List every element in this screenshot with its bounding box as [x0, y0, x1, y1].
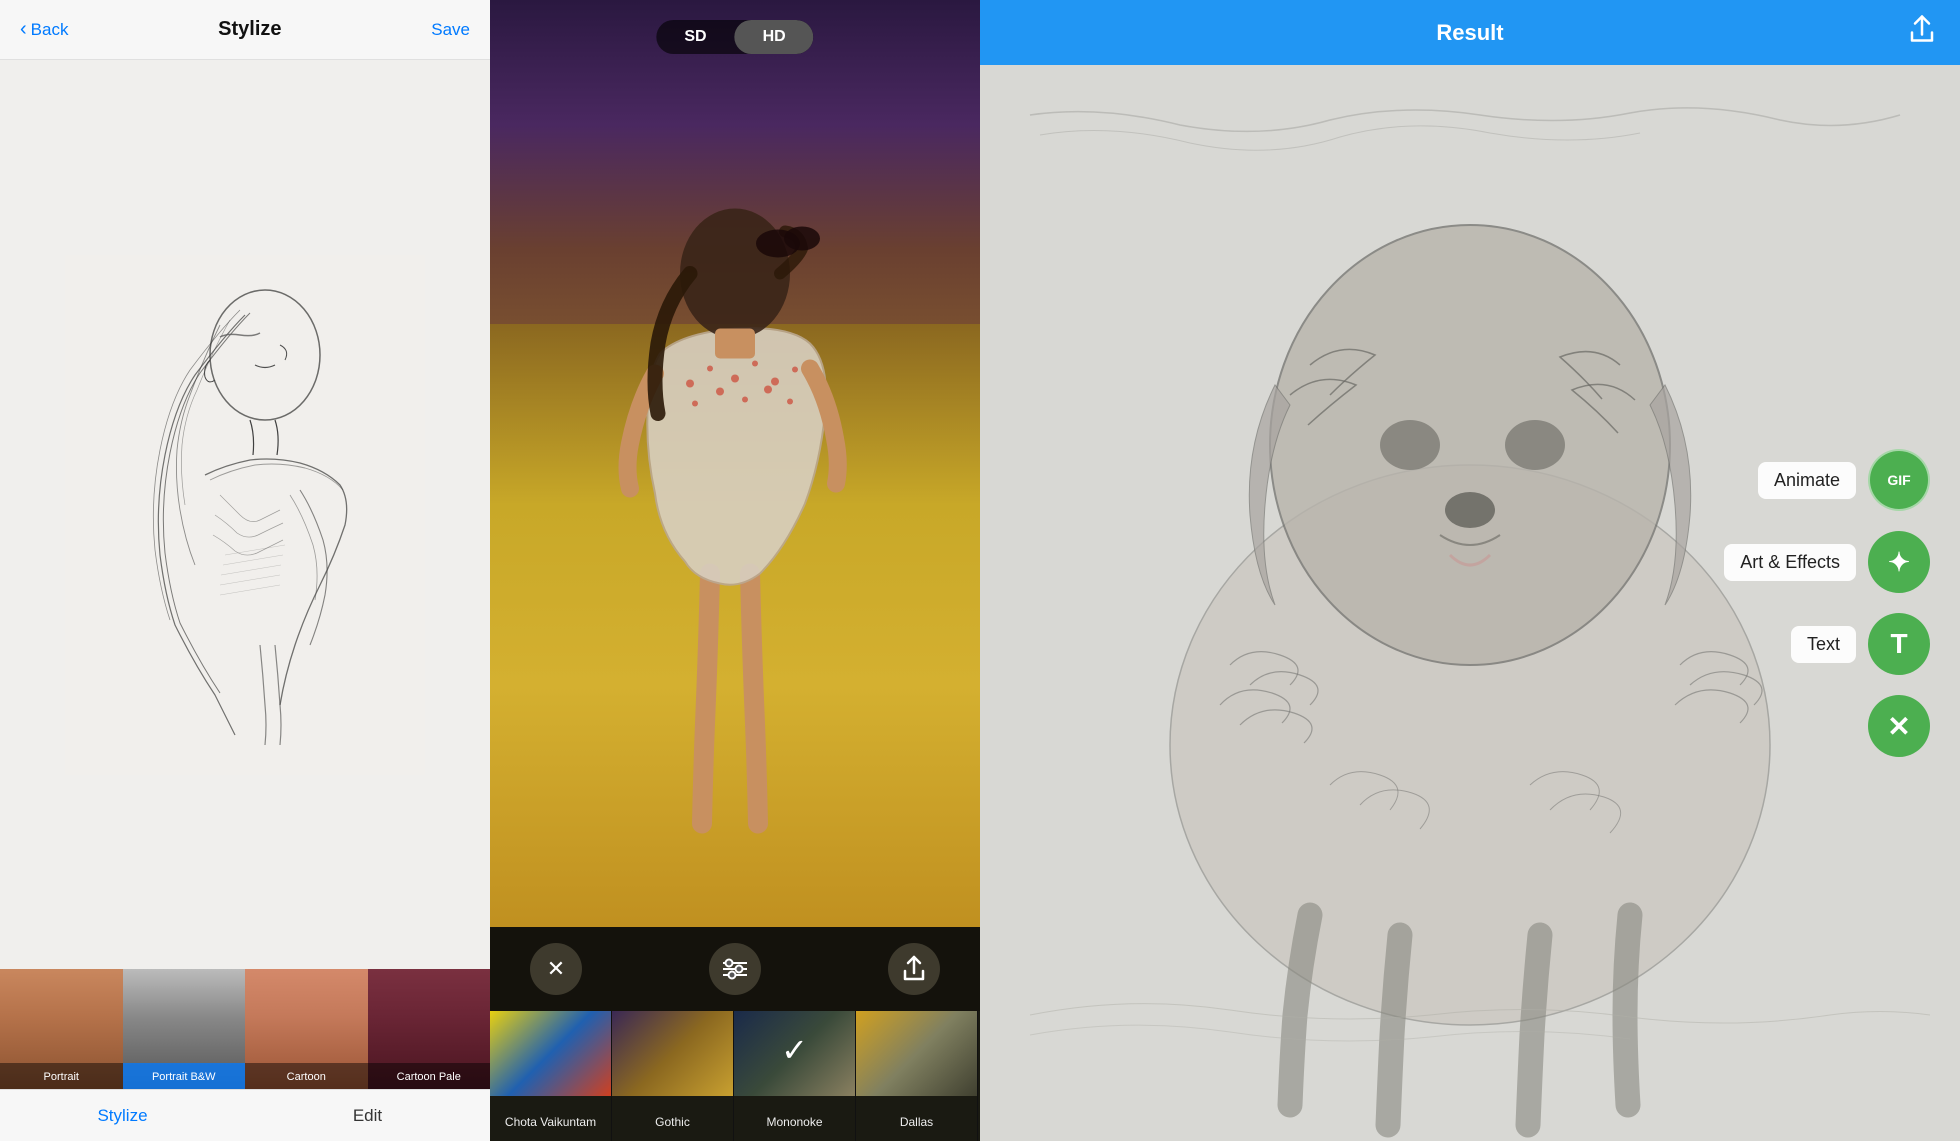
thumb-cartoon-label: Cartoon [287, 1071, 326, 1083]
filter-chota-preview [490, 1011, 611, 1096]
back-label: Back [31, 20, 69, 40]
art-effects-action-row: Art & Effects ✦ [1724, 531, 1930, 593]
result-actions-panel: Animate GIF Art & Effects ✦ Text T [1724, 449, 1930, 757]
filter-mononoke-label: Mononoke [734, 1115, 855, 1129]
thumb-pale-label: Cartoon Pale [397, 1071, 461, 1083]
close-icon: ✕ [547, 956, 565, 982]
filter-mononoke[interactable]: ✓ Mononoke [734, 1011, 856, 1141]
animate-button[interactable]: GIF [1868, 449, 1930, 511]
share-icon [901, 955, 927, 983]
painted-scene-bg [490, 0, 980, 927]
filter-dallas[interactable]: Dallas [856, 1011, 978, 1141]
page-title: Stylize [218, 18, 281, 41]
filter-toolbar: ✕ [490, 927, 980, 1011]
filter-dallas-preview [856, 1011, 977, 1096]
sparkle-icon: ✦ [1888, 547, 1910, 578]
sketch-image-area [0, 60, 490, 969]
filter-gothic-label: Gothic [612, 1115, 733, 1129]
animate-label: Animate [1758, 462, 1856, 499]
sketch-canvas [0, 60, 490, 969]
filter-gothic-preview [612, 1011, 733, 1096]
gif-icon: GIF [1887, 472, 1910, 488]
filter-chota[interactable]: Chota Vaikuntam [490, 1011, 612, 1141]
filter-panel: SD HD [490, 0, 980, 1141]
thumb-cartoon-pale[interactable]: Cartoon Pale [368, 969, 491, 1089]
close-result-button[interactable]: ✕ [1868, 695, 1930, 757]
filter-dallas-label: Dallas [856, 1115, 977, 1129]
painted-figure-svg [490, 0, 980, 927]
quality-selector: SD HD [656, 20, 813, 54]
bottom-tabs: Stylize Edit [0, 1089, 490, 1141]
thumb-portrait-label-bg: Portrait [0, 1063, 123, 1089]
tab-edit[interactable]: Edit [245, 1090, 490, 1141]
close-x-icon: ✕ [1887, 710, 1910, 743]
panel1-header: ‹ Back Stylize Save [0, 0, 490, 60]
selected-checkmark: ✓ [781, 1031, 808, 1069]
filter-thumbnail-strip: Chota Vaikuntam Gothic ✓ Mononoke [490, 1011, 980, 1141]
close-action-row: ✕ [1868, 695, 1930, 757]
share-button[interactable] [888, 943, 940, 995]
save-button[interactable]: Save [431, 20, 470, 40]
result-panel: Result [980, 0, 1960, 1141]
thumb-bw-label-bg: Portrait B&W [123, 1063, 246, 1089]
chevron-left-icon: ‹ [20, 18, 27, 41]
art-effects-button[interactable]: ✦ [1868, 531, 1930, 593]
thumb-pale-label-bg: Cartoon Pale [368, 1063, 491, 1089]
stylize-panel: ‹ Back Stylize Save [0, 0, 490, 1141]
back-button[interactable]: ‹ Back [20, 18, 68, 41]
sliders-button[interactable] [709, 943, 761, 995]
result-share-icon [1908, 14, 1936, 44]
filter-gothic[interactable]: Gothic [612, 1011, 734, 1141]
text-action-row: Text T [1791, 613, 1930, 675]
hd-label: HD [763, 28, 786, 45]
close-filter-button[interactable]: ✕ [530, 943, 582, 995]
tab-stylize[interactable]: Stylize [0, 1090, 245, 1141]
thumb-portrait-label: Portrait [44, 1071, 79, 1083]
result-image-area: Animate GIF Art & Effects ✦ Text T [980, 65, 1960, 1141]
art-effects-label: Art & Effects [1724, 544, 1856, 581]
result-share-button[interactable] [1908, 14, 1936, 51]
text-button[interactable]: T [1868, 613, 1930, 675]
thumb-portrait-bw[interactable]: Portrait B&W [123, 969, 246, 1089]
animate-action-row: Animate GIF [1758, 449, 1930, 511]
sd-quality-button[interactable]: SD [656, 20, 734, 54]
filter-chota-label: Chota Vaikuntam [490, 1115, 611, 1129]
thumb-portrait[interactable]: Portrait [0, 969, 123, 1089]
stylize-tab-label: Stylize [97, 1106, 147, 1126]
text-icon: T [1890, 628, 1907, 660]
thumb-cartoon-label-bg: Cartoon [245, 1063, 368, 1089]
edit-tab-label: Edit [353, 1106, 382, 1126]
result-header: Result [980, 0, 1960, 65]
thumb-cartoon[interactable]: Cartoon [245, 969, 368, 1089]
style-thumbnails: Portrait Portrait B&W Cartoon Cartoon Pa… [0, 969, 490, 1089]
text-label: Text [1791, 626, 1856, 663]
result-title: Result [1436, 20, 1503, 46]
hd-quality-button[interactable]: HD [735, 20, 814, 54]
girl-sketch-svg [65, 255, 425, 775]
thumb-bw-label: Portrait B&W [152, 1071, 216, 1083]
sd-label: SD [684, 28, 706, 45]
filter-preview-image [490, 0, 980, 927]
sliders-icon [721, 958, 749, 980]
